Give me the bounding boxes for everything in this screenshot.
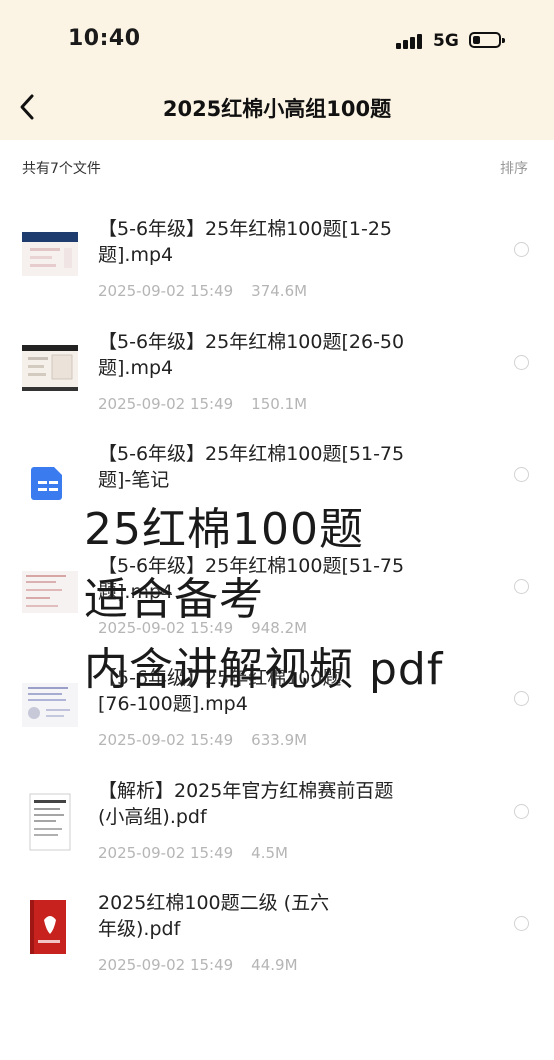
file-size: 374.6M bbox=[251, 282, 308, 300]
file-date: 2025-09-02 15:49 bbox=[98, 731, 234, 749]
file-name: 2025红棉100题二级 (五六 年级).pdf bbox=[98, 892, 330, 940]
video-thumbnail-icon bbox=[22, 675, 78, 731]
pdf-thumbnail-icon bbox=[22, 788, 78, 851]
video-thumbnail-icon bbox=[22, 339, 78, 395]
overlay-caption-line-2: 适合备考 bbox=[84, 574, 264, 625]
file-date: 2025-09-02 15:49 bbox=[98, 844, 234, 862]
file-size: 4.5M bbox=[251, 844, 288, 862]
pdf-cover-thumbnail-icon bbox=[22, 900, 78, 956]
file-row[interactable]: 【解析】2025年官方红棉赛前百题 (小高组).pdf 2025-09-02 1… bbox=[0, 778, 554, 890]
page-title: 2025红棉小高组100题 bbox=[162, 97, 392, 121]
select-radio[interactable] bbox=[514, 691, 529, 706]
network-type: 5G bbox=[433, 31, 459, 51]
status-time: 10:40 bbox=[68, 26, 141, 51]
file-meta: 2025-09-02 15:49 374.6M bbox=[98, 282, 307, 300]
file-row[interactable]: 【5-6年级】25年红棉100题[1-25 题].mp4 2025-09-02 … bbox=[0, 216, 554, 328]
file-meta: 2025-09-02 15:49 4.5M bbox=[98, 844, 288, 862]
select-radio[interactable] bbox=[514, 579, 529, 594]
file-name: 【5-6年级】25年红棉100题[51-75 题]-笔记 bbox=[98, 443, 405, 491]
file-date: 2025-09-02 15:49 bbox=[98, 956, 234, 974]
sort-button[interactable]: 排序 bbox=[500, 158, 528, 178]
file-row[interactable]: 【5-6年级】25年红棉100题[26-50 题].mp4 2025-09-02… bbox=[0, 329, 554, 441]
video-thumbnail-icon bbox=[22, 563, 78, 619]
file-size: 150.1M bbox=[251, 395, 308, 413]
file-date: 2025-09-02 15:49 bbox=[98, 282, 234, 300]
file-meta: 2025-09-02 15:49 150.1M bbox=[98, 395, 307, 413]
select-radio[interactable] bbox=[514, 467, 529, 482]
video-thumbnail-icon bbox=[22, 226, 78, 282]
file-size: 44.9M bbox=[251, 956, 298, 974]
select-radio[interactable] bbox=[514, 916, 529, 931]
note-icon bbox=[22, 451, 78, 507]
file-count: 共有7个文件 bbox=[22, 161, 101, 177]
file-date: 2025-09-02 15:49 bbox=[98, 395, 234, 413]
overlay-caption-line-1: 25红棉100题 bbox=[84, 504, 364, 555]
file-meta: 2025-09-02 15:49 44.9M bbox=[98, 956, 298, 974]
file-size: 633.9M bbox=[251, 731, 308, 749]
select-radio[interactable] bbox=[514, 804, 529, 819]
file-name: 【解析】2025年官方红棉赛前百题 (小高组).pdf bbox=[98, 780, 394, 828]
overlay-caption-line-3: 内含讲解视频 pdf bbox=[84, 644, 444, 695]
battery-icon bbox=[469, 32, 505, 48]
file-name: 【5-6年级】25年红棉100题[1-25 题].mp4 bbox=[98, 218, 393, 266]
file-meta: 2025-09-02 15:49 633.9M bbox=[98, 731, 307, 749]
file-row[interactable]: 2025红棉100题二级 (五六 年级).pdf 2025-09-02 15:4… bbox=[0, 890, 554, 1002]
signal-icon bbox=[396, 33, 426, 49]
select-radio[interactable] bbox=[514, 355, 529, 370]
file-name: 【5-6年级】25年红棉100题[26-50 题].mp4 bbox=[98, 331, 405, 379]
select-radio[interactable] bbox=[514, 242, 529, 257]
